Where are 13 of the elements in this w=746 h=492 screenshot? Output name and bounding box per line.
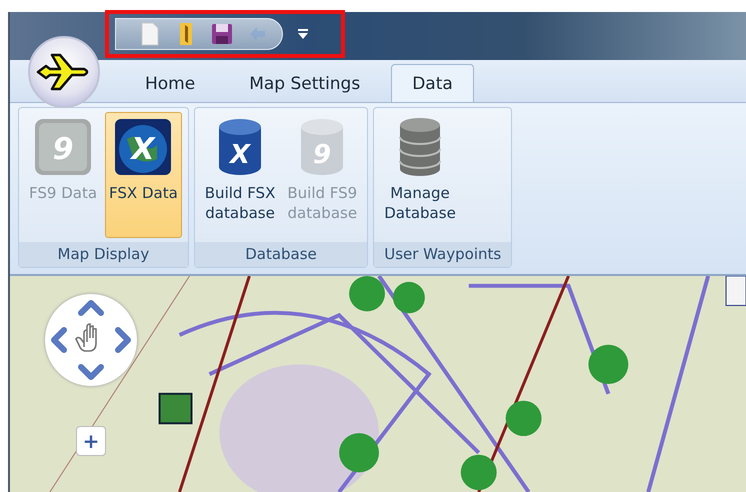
group-label: Map Display bbox=[19, 242, 188, 267]
ribbon-tab[interactable]: Home bbox=[122, 67, 218, 102]
globe-tile-icon: X bbox=[113, 117, 174, 177]
ribbon-button[interactable]: X Build FSX database bbox=[200, 112, 280, 238]
ribbon-tab[interactable]: Data bbox=[391, 64, 474, 102]
tile-icon: 9 bbox=[33, 117, 93, 177]
dropdown-caret-icon[interactable] bbox=[297, 28, 309, 40]
group-label: Database bbox=[194, 242, 368, 267]
ribbon-button[interactable]: X FSX Data bbox=[105, 112, 182, 238]
ribbon-button[interactable]: Manage Database bbox=[380, 112, 460, 238]
group-label: User Waypoints bbox=[374, 242, 512, 267]
zoom-in-button[interactable]: + bbox=[76, 426, 106, 456]
ribbon-tab[interactable]: Map Settings bbox=[226, 67, 384, 102]
